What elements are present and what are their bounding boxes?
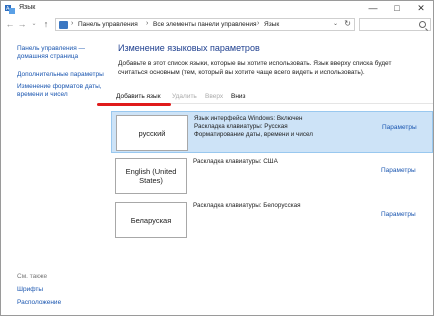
language-details: Раскладка клавиатуры: Белорусская (193, 202, 373, 210)
address-row: ← → ⌄ ↑ › Панель управления › Все элемен… (1, 18, 433, 32)
language-detail-line: Раскладка клавиатуры: Русская (194, 123, 288, 130)
list-item-language[interactable]: русский Язык интерфейса Windows: Включен… (111, 111, 433, 153)
move-up-button[interactable]: Вверх (205, 93, 223, 100)
breadcrumb-separator: › (146, 20, 149, 27)
language-detail-line: Форматирование даты, времени и чисел (194, 131, 313, 138)
search-icon[interactable] (419, 21, 426, 28)
sidebar-link-location[interactable]: Расположение (17, 299, 109, 307)
see-also-heading: См. также (17, 273, 48, 280)
title-bar: A Язык — □ ✕ (1, 1, 433, 17)
language-options-link[interactable]: Параметры (381, 211, 416, 218)
sidebar-link-fonts[interactable]: Шрифты (17, 286, 109, 294)
window-title: Язык (19, 4, 36, 11)
language-tile[interactable]: Беларуская (115, 202, 187, 238)
page-title: Изменение языковых параметров (118, 43, 260, 53)
breadcrumb-separator: › (257, 20, 260, 27)
forward-icon[interactable]: → (17, 19, 27, 30)
address-dropdown-icon[interactable]: ⌄ (333, 20, 338, 27)
maximize-button[interactable]: □ (387, 1, 407, 17)
breadcrumb-all-items[interactable]: Все элементы панели управления (153, 21, 257, 28)
address-bar[interactable]: › Панель управления › Все элементы панел… (55, 18, 355, 31)
language-app-icon: A (5, 5, 15, 14)
language-options-link[interactable]: Параметры (382, 124, 417, 131)
list-item-language[interactable]: English (United States) Раскладка клавиа… (111, 155, 433, 197)
main-content: Изменение языковых параметров Добавьте в… (97, 33, 433, 315)
refresh-icon[interactable]: ↻ (344, 19, 351, 28)
back-icon[interactable]: ← (5, 19, 15, 30)
breadcrumb-control-panel[interactable]: Панель управления (78, 21, 138, 28)
language-detail-line: Язык интерфейса Windows: Включен (194, 115, 303, 122)
move-down-button[interactable]: Вниз (231, 93, 246, 100)
breadcrumb-separator: › (71, 20, 74, 27)
control-panel-window: A Язык — □ ✕ ← → ⌄ ↑ › Панель управления… (0, 0, 434, 316)
language-tile[interactable]: English (United States) (115, 158, 187, 194)
language-detail-line: Раскладка клавиатуры: США (193, 158, 278, 165)
language-details: Раскладка клавиатуры: США (193, 158, 373, 166)
language-options-link[interactable]: Параметры (381, 167, 416, 174)
recent-locations-icon[interactable]: ⌄ (29, 19, 39, 30)
annotation-underline (97, 103, 171, 106)
language-tile[interactable]: русский (116, 115, 188, 151)
language-details: Язык интерфейса Windows: Включен Расклад… (194, 115, 374, 139)
sidebar-link-date-time-formats[interactable]: Изменение форматов даты, времени и чисел (17, 83, 109, 99)
sidebar-link-advanced-settings[interactable]: Дополнительные параметры (17, 71, 109, 79)
search-input[interactable] (359, 18, 431, 31)
page-description: Добавьте в этот список языки, которые вы… (118, 60, 392, 76)
close-button[interactable]: ✕ (411, 1, 431, 17)
control-panel-icon (59, 21, 68, 29)
language-detail-line: Раскладка клавиатуры: Белорусская (193, 202, 301, 209)
list-item-language[interactable]: Беларуская Раскладка клавиатуры: Белорус… (111, 199, 433, 241)
remove-language-button[interactable]: Удалить (172, 93, 197, 100)
sidebar-link-home[interactable]: Панель управления — домашняя страница (17, 45, 109, 61)
up-icon[interactable]: ↑ (41, 19, 51, 30)
minimize-button[interactable]: — (363, 1, 383, 17)
add-language-button[interactable]: Добавить язык (116, 93, 161, 100)
left-navigation: Панель управления — домашняя страница До… (1, 33, 111, 315)
breadcrumb-language[interactable]: Язык (264, 21, 279, 28)
